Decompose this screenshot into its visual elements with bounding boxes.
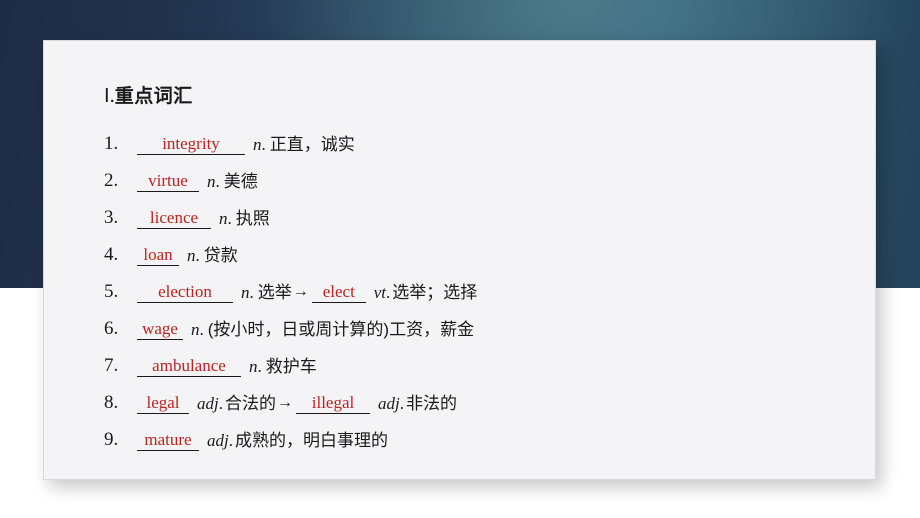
meaning-text: 正直，诚实 (269, 135, 355, 154)
row-number: 2. (104, 170, 119, 191)
part-of-speech: n. (202, 173, 221, 192)
answer-text: licence (149, 208, 199, 227)
pos-dot: . (227, 209, 232, 228)
meaning-text: 合法的 (224, 394, 276, 413)
derivation-arrow-icon: → (276, 394, 293, 411)
pos-dot: . (261, 135, 266, 154)
answer-text: mature (144, 430, 192, 449)
content-card: Ⅰ.重点词汇 1. integrity n. 正直，诚实 2. virtue n… (43, 40, 876, 480)
answer-blank[interactable]: election (137, 282, 233, 303)
part-of-speech: n. (186, 321, 205, 340)
answer-text: legal (146, 393, 180, 412)
pos-label: n (187, 246, 196, 265)
part-of-speech: n. (248, 136, 267, 155)
pos-label: n (219, 209, 228, 228)
page-title: Ⅰ.重点词汇 (104, 81, 857, 108)
part-of-speech: adj. (202, 432, 234, 451)
row-number: 5. (104, 281, 119, 302)
meaning-text: (按小时，日或周计算的)工资，薪金 (207, 320, 475, 339)
row-number: 1. (104, 133, 119, 154)
answer-blank-secondary[interactable]: elect (311, 282, 366, 303)
pos-label: vt (373, 283, 387, 302)
meaning-text: 贷款 (203, 246, 238, 265)
pos-dot: . (399, 394, 404, 413)
list-item: 8. legal adj. 合法的 → illegal adj. 非法的 (104, 377, 857, 414)
row-number: 9. (104, 429, 119, 450)
pos-label: adj (197, 394, 219, 413)
part-of-speech: adj. (192, 395, 224, 414)
pos-dot: . (199, 320, 204, 339)
list-item: 6. wage n. (按小时，日或周计算的)工资，薪金 (104, 303, 857, 340)
derivation-arrow-icon: → (292, 283, 309, 300)
list-item: 7. ambulance n. 救护车 (104, 340, 857, 377)
answer-blank[interactable]: virtue (137, 171, 199, 192)
meaning-text: 成熟的，明白事理的 (234, 431, 388, 450)
row-number: 8. (104, 392, 119, 413)
meaning-text: 救护车 (265, 357, 317, 376)
slide-canvas: Ⅰ.重点词汇 1. integrity n. 正直，诚实 2. virtue n… (0, 0, 920, 518)
part-of-speech: n. (214, 210, 233, 229)
pos-label: n (249, 357, 258, 376)
pos-label: adj (377, 394, 400, 413)
list-item: 3. licence n. 执照 (104, 192, 857, 229)
list-item: 2. virtue n. 美德 (104, 155, 857, 192)
answer-text: election (158, 282, 212, 301)
row-number: 6. (104, 318, 119, 339)
card-content: Ⅰ.重点词汇 1. integrity n. 正直，诚实 2. virtue n… (104, 81, 857, 451)
list-item: 5. election n. 选举 → elect vt. 选举；选择 (104, 266, 857, 303)
answer-text: ambulance (152, 356, 226, 375)
part-of-speech: n. (244, 358, 263, 377)
answer-text: wage (142, 319, 178, 338)
answer-blank[interactable]: mature (137, 430, 199, 451)
part-of-speech: n. (182, 247, 201, 266)
answer-blank-secondary[interactable]: illegal (295, 393, 370, 414)
pos-dot: . (228, 431, 233, 450)
section-title-label: 重点词汇 (114, 86, 193, 107)
pos-dot: . (257, 357, 262, 376)
pos-label: n (241, 283, 250, 302)
pos-label: n (191, 320, 200, 339)
answer-text: loan (143, 245, 173, 264)
vocabulary-list: 1. integrity n. 正直，诚实 2. virtue n. 美德 3.… (104, 118, 857, 451)
answer-text: virtue (148, 171, 188, 190)
meaning-text-secondary: 非法的 (405, 394, 457, 413)
answer-blank[interactable]: licence (137, 208, 211, 229)
meaning-text-secondary: 选举；选择 (392, 283, 478, 302)
meaning-text: 选举 (257, 283, 292, 302)
row-number: 7. (104, 355, 119, 376)
meaning-text: 美德 (223, 172, 258, 191)
part-of-speech: n. (236, 284, 255, 303)
part-of-speech-secondary: vt. (369, 284, 392, 303)
answer-text: elect (322, 282, 355, 301)
answer-blank[interactable]: integrity (137, 134, 245, 155)
row-number: 4. (104, 244, 119, 265)
pos-dot: . (215, 172, 220, 191)
pos-dot: . (249, 283, 254, 302)
list-item: 1. integrity n. 正直，诚实 (104, 118, 857, 155)
pos-dot: . (195, 246, 200, 265)
answer-text: illegal (311, 393, 355, 412)
list-item: 4. loan n. 贷款 (104, 229, 857, 266)
answer-blank[interactable]: loan (137, 245, 179, 266)
pos-dot: . (386, 283, 391, 302)
answer-blank[interactable]: wage (137, 319, 183, 340)
answer-text: integrity (162, 134, 220, 153)
answer-blank[interactable]: ambulance (137, 356, 241, 377)
pos-label: n (253, 135, 262, 154)
answer-blank[interactable]: legal (137, 393, 189, 414)
pos-dot: . (218, 394, 223, 413)
row-number: 3. (104, 207, 119, 228)
meaning-text: 执照 (235, 209, 270, 228)
list-item: 9. mature adj. 成熟的，明白事理的 (104, 414, 857, 451)
part-of-speech-secondary: adj. (373, 395, 405, 414)
pos-label: adj (207, 431, 229, 450)
pos-label: n (207, 172, 216, 191)
